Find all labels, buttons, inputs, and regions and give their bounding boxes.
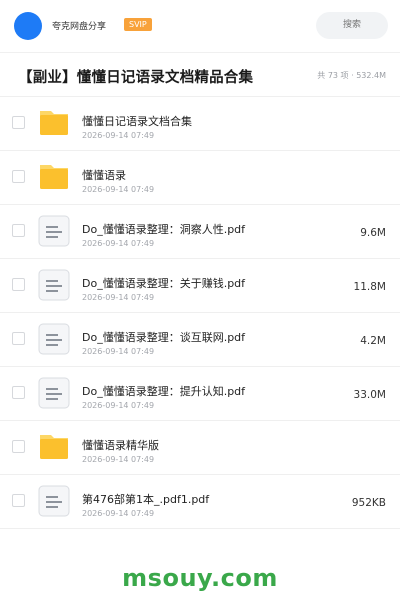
- file-date: 2026-09-14 07:49: [82, 401, 155, 410]
- file-size: 33.0M: [353, 389, 386, 401]
- list-item[interactable]: 懂懂语录 2026-09-14 07:49: [0, 150, 400, 204]
- folder-meta: 共 73 项 · 532.4M: [317, 71, 386, 80]
- list-item[interactable]: Do_懂懂语录整理：关于赚钱.pdf 2026-09-14 07:49 11.8…: [0, 258, 400, 312]
- file-name: 懂懂日记语录文档合集: [82, 115, 192, 128]
- account-name: 夸克网盘分享: [52, 22, 107, 32]
- select-checkbox[interactable]: [12, 386, 25, 399]
- list-item[interactable]: 第476部第1本_.pdf1.pdf 2026-09-14 07:49 952K…: [0, 474, 400, 529]
- file-name: Do_懂懂语录整理：洞察人性.pdf: [82, 223, 246, 236]
- file-name: Do_懂懂语录整理：关于赚钱.pdf: [82, 277, 246, 290]
- document-icon: [38, 269, 70, 301]
- select-checkbox[interactable]: [12, 116, 25, 129]
- svip-badge: SVIP: [124, 18, 152, 31]
- file-name: Do_懂懂语录整理：谈互联网.pdf: [82, 331, 246, 344]
- select-checkbox[interactable]: [12, 170, 25, 183]
- select-checkbox[interactable]: [12, 332, 25, 345]
- document-icon: [38, 215, 70, 247]
- file-date: 2026-09-14 07:49: [82, 239, 155, 248]
- file-date: 2026-09-14 07:49: [82, 455, 155, 464]
- file-name: 懂懂语录: [82, 169, 126, 182]
- folder-icon: [38, 161, 70, 193]
- footer: msouy.com: [0, 548, 400, 600]
- file-date: 2026-09-14 07:49: [82, 509, 155, 518]
- watermark: msouy.com: [122, 564, 278, 592]
- list-item[interactable]: 懂懂语录精华版 2026-09-14 07:49: [0, 420, 400, 474]
- file-size: 11.8M: [353, 281, 386, 293]
- file-date: 2026-09-14 07:49: [82, 347, 155, 356]
- folder-header: 【副业】懂懂日记语录文档精品合集 共 73 项 · 532.4M: [0, 52, 400, 96]
- select-checkbox[interactable]: [12, 494, 25, 507]
- file-name: 懂懂语录精华版: [82, 439, 159, 452]
- document-icon: [38, 323, 70, 355]
- avatar[interactable]: [14, 12, 42, 40]
- file-size: 952KB: [351, 497, 386, 509]
- folder-icon: [38, 107, 70, 139]
- file-name: 第476部第1本_.pdf1.pdf: [82, 493, 210, 506]
- list-item[interactable]: Do_懂懂语录整理：提升认知.pdf 2026-09-14 07:49 33.0…: [0, 366, 400, 420]
- file-name: Do_懂懂语录整理：提升认知.pdf: [82, 385, 246, 398]
- file-size: 9.6M: [360, 227, 386, 239]
- page-title: 【副业】懂懂日记语录文档精品合集: [18, 70, 254, 86]
- list-item[interactable]: Do_懂懂语录整理：洞察人性.pdf 2026-09-14 07:49 9.6M: [0, 204, 400, 258]
- list-item[interactable]: 懂懂日记语录文档合集 2026-09-14 07:49: [0, 96, 400, 150]
- list-item[interactable]: Do_懂懂语录整理：谈互联网.pdf 2026-09-14 07:49 4.2M: [0, 312, 400, 366]
- search-input[interactable]: [316, 12, 388, 39]
- file-date: 2026-09-14 07:49: [82, 293, 155, 302]
- top-bar: 夸克网盘分享 SVIP: [0, 0, 400, 53]
- document-icon: [38, 377, 70, 409]
- select-checkbox[interactable]: [12, 278, 25, 291]
- file-list: 懂懂日记语录文档合集 2026-09-14 07:49 懂懂语录 2026-09…: [0, 96, 400, 529]
- document-icon: [38, 485, 70, 517]
- file-size: 4.2M: [360, 335, 386, 347]
- file-date: 2026-09-14 07:49: [82, 131, 155, 140]
- folder-icon: [38, 431, 70, 463]
- select-checkbox[interactable]: [12, 224, 25, 237]
- select-checkbox[interactable]: [12, 440, 25, 453]
- file-date: 2026-09-14 07:49: [82, 185, 155, 194]
